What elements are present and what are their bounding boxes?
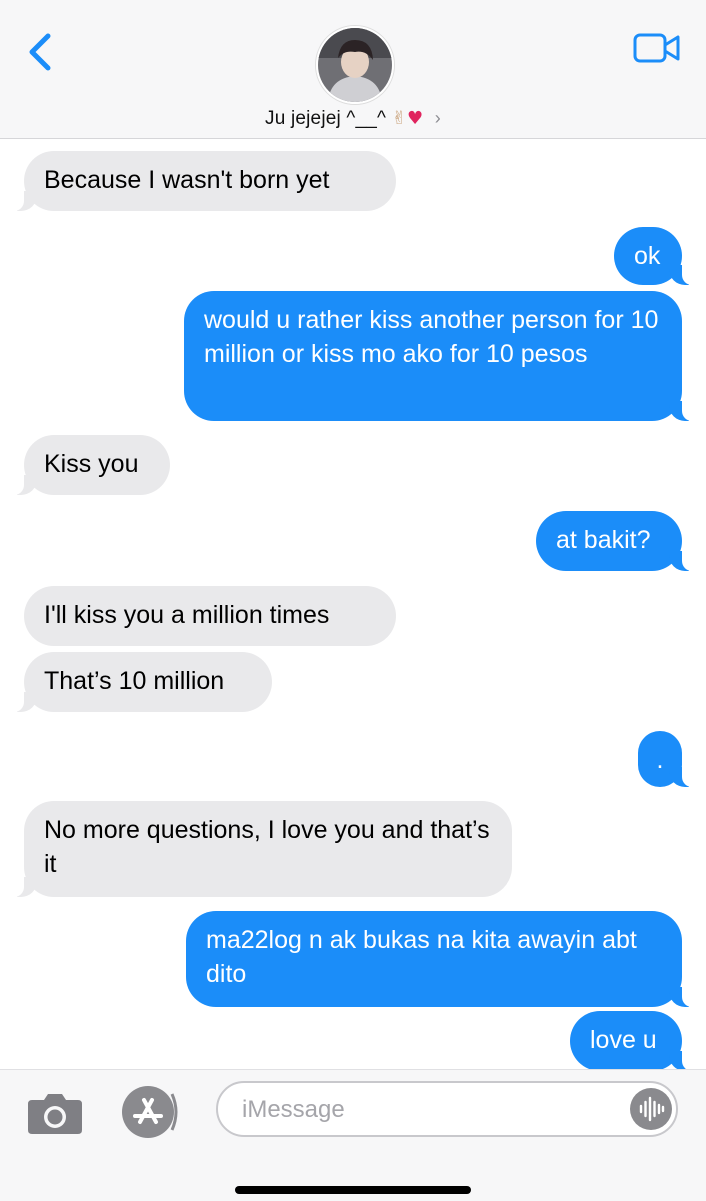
message-bubble-incoming[interactable]: No more questions, I love you and that’s…	[14, 801, 512, 897]
camera-icon	[28, 1094, 82, 1134]
app-store-button[interactable]	[118, 1084, 182, 1140]
message-bubble-outgoing[interactable]: ok	[614, 227, 692, 285]
message-bubble-outgoing[interactable]: love u	[570, 1011, 692, 1069]
imessage-input-field[interactable]	[216, 1081, 678, 1137]
message-text: I'll kiss you a million times	[44, 601, 330, 629]
message-text: Because I wasn't born yet	[44, 166, 330, 194]
message-bubble-incoming[interactable]: Kiss you	[14, 435, 170, 495]
message-text: at bakit?	[556, 526, 651, 554]
message-bubble-outgoing[interactable]: .	[638, 731, 692, 787]
conversation-header: Ju jejejej ^__^ ✌♥ ›	[0, 0, 706, 139]
message-text: ma22log n ak bukas na kita awayin abt di…	[206, 926, 637, 988]
message-bubble-incoming[interactable]: Because I wasn't born yet	[14, 151, 396, 211]
message-bubble-outgoing[interactable]: ma22log n ak bukas na kita awayin abt di…	[186, 911, 692, 1007]
app-store-icon	[122, 1086, 178, 1138]
contact-name: Ju jejejej ^__^	[265, 108, 387, 129]
victory-hand-emoji: ✌	[391, 108, 407, 129]
audio-message-button[interactable]	[630, 1088, 672, 1130]
message-text: No more questions, I love you and that’s…	[44, 816, 490, 878]
audio-waveform-icon	[639, 1096, 665, 1122]
message-text: That’s 10 million	[44, 667, 225, 695]
message-text: Kiss you	[44, 450, 139, 478]
chevron-left-icon	[29, 33, 51, 71]
compose-bar	[0, 1069, 706, 1201]
back-button[interactable]	[22, 30, 62, 74]
message-thread[interactable]: Because I wasn't born yet ok would u rat…	[0, 139, 706, 1069]
video-call-button[interactable]	[632, 32, 682, 64]
message-text: would u rather kiss another person for 1…	[204, 306, 659, 368]
video-camera-icon	[633, 33, 680, 63]
chevron-right-icon: ›	[434, 108, 441, 128]
message-bubble-incoming[interactable]: I'll kiss you a million times	[24, 586, 396, 646]
message-bubble-outgoing[interactable]: at bakit?	[536, 511, 692, 571]
message-text: love u	[590, 1026, 657, 1054]
contact-name-row[interactable]: Ju jejejej ^__^ ✌♥ ›	[0, 108, 706, 130]
camera-button[interactable]	[26, 1090, 84, 1136]
message-bubble-outgoing[interactable]: would u rather kiss another person for 1…	[184, 291, 692, 421]
message-input[interactable]	[240, 1091, 624, 1129]
message-text: .	[656, 746, 664, 774]
message-text: ok	[634, 242, 661, 270]
message-bubble-incoming[interactable]: That’s 10 million	[14, 652, 272, 712]
avatar-photo	[318, 28, 392, 102]
home-indicator[interactable]	[235, 1186, 471, 1194]
heart-arrow-emoji: ♥	[406, 108, 424, 129]
contact-avatar[interactable]	[316, 26, 394, 104]
